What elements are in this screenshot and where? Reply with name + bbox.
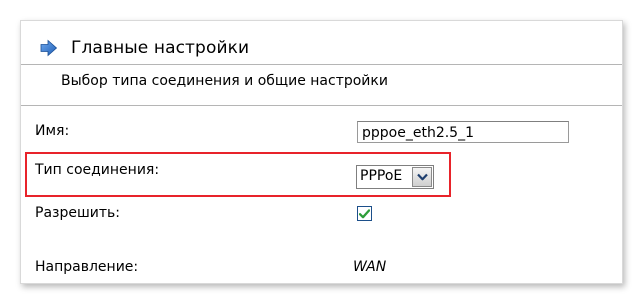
connection-type-select[interactable]: PPPoE <box>356 165 434 189</box>
main-settings-panel: Главные настройки Выбор типа соединения … <box>20 20 623 284</box>
enable-label: Разрешить: <box>35 205 120 221</box>
section-title: Главные настройки <box>39 37 249 59</box>
section-subtitle: Выбор типа соединения и общие настройки <box>61 73 388 89</box>
checkmark-icon <box>359 208 370 219</box>
page-title: Главные настройки <box>71 38 250 58</box>
name-input[interactable] <box>357 121 569 143</box>
title-divider <box>21 64 622 65</box>
name-label: Имя: <box>35 123 70 139</box>
subtitle-divider <box>21 105 622 106</box>
chevron-down-icon[interactable] <box>412 167 432 187</box>
enable-checkbox[interactable] <box>357 206 372 221</box>
direction-label: Направление: <box>35 259 139 275</box>
section-header: Главные настройки Выбор типа соединения … <box>21 21 622 117</box>
arrow-right-icon <box>39 38 59 58</box>
connection-type-label: Тип соединения: <box>35 162 160 178</box>
connection-type-selected-value: PPPoE <box>360 168 403 184</box>
direction-value: WAN <box>353 259 387 275</box>
